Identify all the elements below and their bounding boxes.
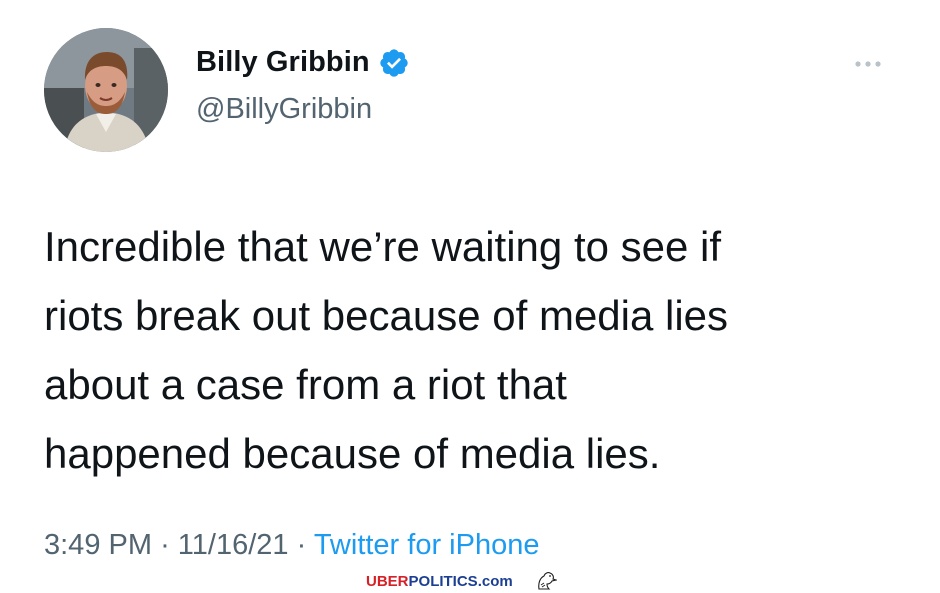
tweet-text-line: about a case from a riot that xyxy=(44,361,567,408)
tweet-card: Billy Gribbin @BillyGribbin Incredible t… xyxy=(0,0,940,570)
eagle-icon xyxy=(537,572,557,590)
tweet-text-line: Incredible that we’re waiting to see if xyxy=(44,223,722,270)
tweet-metadata: 3:49 PM · 11/16/21 · Twitter for iPhone xyxy=(44,529,539,562)
more-horizontal-icon[interactable] xyxy=(850,55,886,73)
author-name-row: Billy Gribbin xyxy=(196,46,410,79)
watermark: UBERPOLITICS.com xyxy=(366,571,557,591)
tweet-date[interactable]: 11/16/21 xyxy=(178,529,289,561)
meta-separator: · xyxy=(296,529,307,561)
tweet-text-line: happened because of media lies. xyxy=(44,430,661,477)
tweet-text-line: riots break out because of media lies xyxy=(44,292,729,339)
watermark-suffix: .com xyxy=(477,572,513,590)
watermark-brand-blue: POLITICS xyxy=(408,572,478,590)
author-handle[interactable]: @BillyGribbin xyxy=(196,93,372,126)
meta-separator: · xyxy=(160,529,170,561)
avatar-photo xyxy=(44,28,168,152)
display-name[interactable]: Billy Gribbin xyxy=(196,46,370,79)
tweet-source[interactable]: Twitter for iPhone xyxy=(314,529,540,561)
verified-badge-icon xyxy=(380,48,408,77)
watermark-bar: UBERPOLITICS.com xyxy=(0,568,940,593)
watermark-brand-red: UBER xyxy=(366,572,409,590)
avatar[interactable] xyxy=(44,28,168,152)
tweet-text: Incredible that we’re waiting to see if … xyxy=(44,212,904,488)
screenshot-canvas: Billy Gribbin @BillyGribbin Incredible t… xyxy=(0,0,940,593)
tweet-time[interactable]: 3:49 PM xyxy=(44,529,152,561)
watermark-text: UBERPOLITICS.com xyxy=(366,573,513,590)
